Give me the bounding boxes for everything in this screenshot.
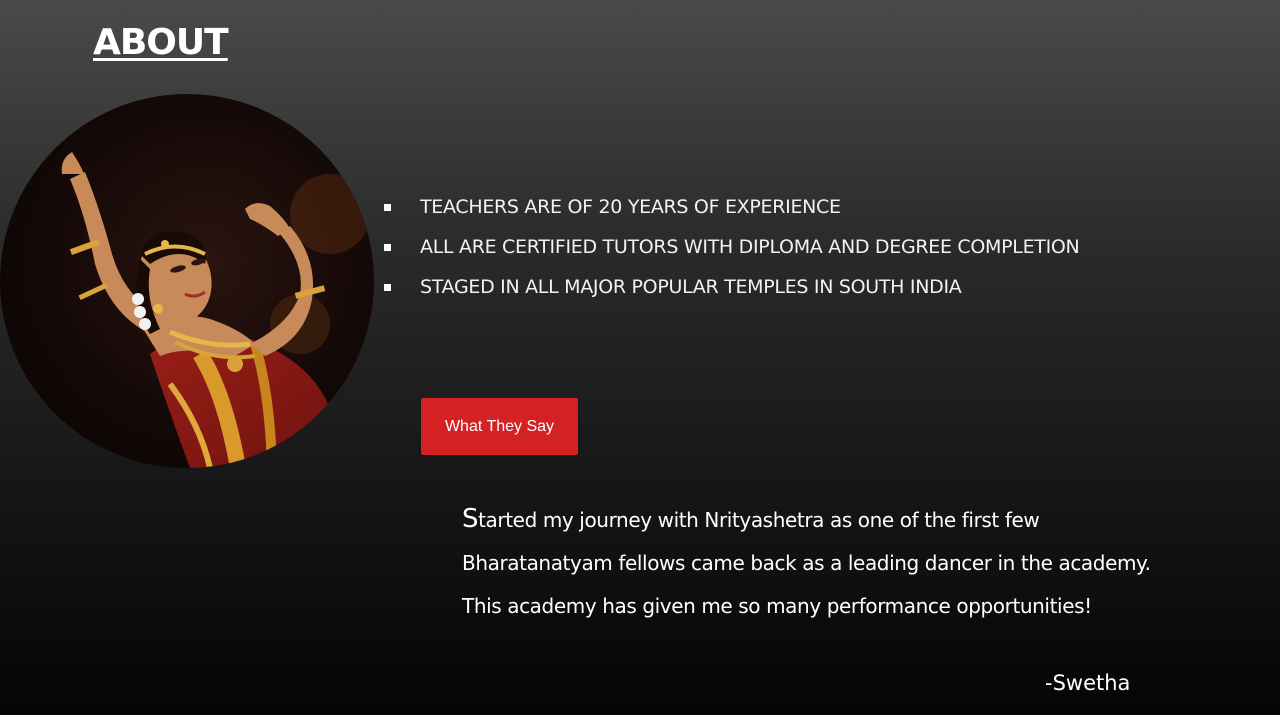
quote-drop-letter: S xyxy=(462,504,479,534)
page-title: ABOUT xyxy=(93,22,229,63)
dancer-photo xyxy=(0,94,374,468)
bullet-item: STAGED IN ALL MAJOR POPULAR TEMPLES IN S… xyxy=(384,267,1079,307)
testimonial-quote: Started my journey with Nrityashetra as … xyxy=(462,498,1262,628)
quote-line-1-text: tarted my journey with Nrityashetra as o… xyxy=(478,508,1040,532)
bullet-text: STAGED IN ALL MAJOR POPULAR TEMPLES IN S… xyxy=(420,276,962,298)
square-bullet-icon xyxy=(384,203,391,211)
quote-line-3: This academy has given me so many perfor… xyxy=(462,594,1092,618)
square-bullet-icon xyxy=(384,243,391,251)
quote-line-2: Bharatanatyam fellows came back as a lea… xyxy=(462,551,1151,575)
bullet-item: TEACHERS ARE OF 20 YEARS OF EXPERIENCE xyxy=(384,187,1079,227)
bullet-text: TEACHERS ARE OF 20 YEARS OF EXPERIENCE xyxy=(420,196,841,218)
testimonial-author: -Swetha xyxy=(1045,671,1131,695)
experience-bullet-list: TEACHERS ARE OF 20 YEARS OF EXPERIENCE A… xyxy=(384,187,1080,307)
bullet-text: ALL ARE CERTIFIED TUTORS WITH DIPLOMA AN… xyxy=(420,236,1080,258)
quote-line-1: Started my journey with Nrityashetra as … xyxy=(462,498,1262,542)
what-they-say-button[interactable]: What They Say xyxy=(421,398,578,455)
bullet-item: ALL ARE CERTIFIED TUTORS WITH DIPLOMA AN… xyxy=(384,227,1080,267)
square-bullet-icon xyxy=(384,283,391,291)
